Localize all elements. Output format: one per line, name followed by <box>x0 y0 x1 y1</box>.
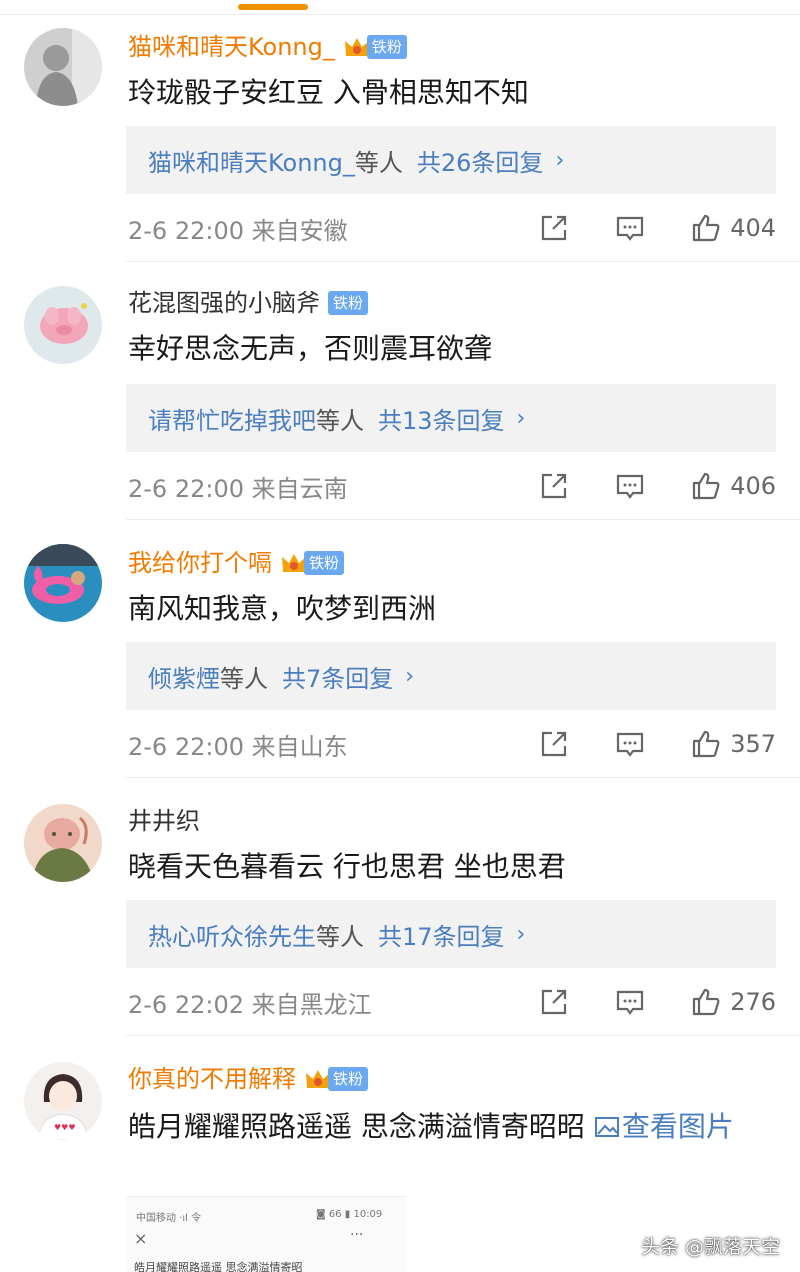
like-count: 276 <box>730 988 776 1016</box>
comment-text: 幸好思念无声，否则震耳欲聋 <box>128 332 493 365</box>
reply-count[interactable]: 共17条回复 <box>378 917 505 952</box>
username[interactable]: 猫咪和晴天Konng_ <box>128 30 335 64</box>
replies-summary[interactable]: 请帮忙吃掉我吧 等人 共13条回复 › <box>126 384 776 452</box>
fan-tag: 铁粉 <box>328 291 369 315</box>
statue-avatar-icon <box>24 28 102 106</box>
reply-users-suffix: 等人 <box>220 664 268 693</box>
username[interactable]: 井井织 <box>128 804 200 838</box>
pool-float-avatar-icon <box>24 544 102 622</box>
replies-summary[interactable]: 倾紫煙 等人 共7条回复 › <box>126 642 776 710</box>
replies-summary[interactable]: 热心听众徐先生 等人 共17条回复 › <box>126 900 776 968</box>
preview-status-right: ◙ 66 ▮ 10:09 <box>316 1209 383 1220</box>
reply-users[interactable]: 热心听众徐先生 <box>148 917 316 952</box>
girl-sketch-avatar-icon: ♥♥♥ <box>24 1062 102 1140</box>
comment-meta: 2-6 22:00 来自山东 <box>128 732 348 761</box>
fan-badge: 铁粉 <box>280 550 345 576</box>
comment-text: 晓看天色暮看云 行也思君 坐也思君 <box>128 850 566 883</box>
comment-icon[interactable] <box>614 728 646 760</box>
fan-tag: 铁粉 <box>328 1067 369 1091</box>
replies-summary[interactable]: 猫咪和晴天Konng_ 等人 共26条回复 › <box>126 126 776 194</box>
avatar[interactable]: ♥♥♥ <box>24 1062 102 1140</box>
like-button[interactable]: 404 <box>690 212 776 244</box>
comment-item: 花混图强的小脑斧 铁粉 幸好思念无声，否则震耳欲聋 请帮忙吃掉我吧 等人 共13… <box>0 262 800 520</box>
comment-meta: 2-6 22:00 来自云南 <box>128 474 348 503</box>
comment-item: 井井织 晓看天色暮看云 行也思君 坐也思君 热心听众徐先生 等人 共17条回复 … <box>0 778 800 1036</box>
reply-users-suffix: 等人 <box>316 406 364 435</box>
reply-count[interactable]: 共7条回复 <box>282 659 393 694</box>
comment-icon[interactable] <box>614 986 646 1018</box>
preview-text: 皓月耀耀照路遥遥 思念满溢情寄昭 <box>134 1261 303 1272</box>
chevron-right-icon: › <box>516 921 526 947</box>
reply-users-suffix: 等人 <box>354 148 403 177</box>
comment-meta: 2-6 22:02 来自黑龙江 <box>128 990 372 1019</box>
username[interactable]: 花混图强的小脑斧 <box>128 286 320 320</box>
share-icon[interactable] <box>538 728 570 760</box>
fan-tag: 铁粉 <box>304 551 345 575</box>
close-icon: × <box>134 1229 148 1248</box>
view-image-link[interactable]: 查看图片 <box>622 1110 734 1143</box>
like-button[interactable]: 406 <box>690 470 776 502</box>
avatar[interactable] <box>24 28 102 106</box>
comment-icon[interactable] <box>614 470 646 502</box>
reply-count[interactable]: 共13条回复 <box>378 401 505 436</box>
illustration-avatar-icon <box>24 804 102 882</box>
active-tab-indicator <box>238 4 308 10</box>
comment-text: 皓月耀耀照路遥遥 思念满溢情寄昭昭 查看图片 <box>128 1104 764 1150</box>
username[interactable]: 你真的不用解释 <box>128 1062 296 1096</box>
comment-item: 猫咪和晴天Konng_ 铁粉 玲珑骰子安红豆 入骨相思知不知 猫咪和晴天Konn… <box>0 16 800 262</box>
comment-item: 我给你打个嗝 铁粉 南风知我意，吹梦到西洲 倾紫煙 等人 共7条回复 › 2-6… <box>0 520 800 778</box>
thumbs-up-icon <box>693 988 720 1016</box>
comment-meta: 2-6 22:00 来自安徽 <box>128 216 348 245</box>
chevron-right-icon: › <box>516 405 526 431</box>
chevron-right-icon: › <box>555 147 565 173</box>
share-icon[interactable] <box>538 470 570 502</box>
avatar[interactable] <box>24 804 102 882</box>
like-count: 406 <box>730 472 776 500</box>
fan-badge: 铁粉 <box>343 34 407 60</box>
like-count: 357 <box>730 730 776 758</box>
share-icon[interactable] <box>538 986 570 1018</box>
thumbs-up-icon <box>693 472 720 500</box>
like-count: 404 <box>730 214 776 242</box>
reply-users[interactable]: 倾紫煙 <box>148 659 220 694</box>
image-icon <box>594 1117 619 1137</box>
preview-status-left: 中国移动 ·ıl 令 <box>136 1213 202 1224</box>
reply-users[interactable]: 猫咪和晴天Konng_ <box>148 143 355 178</box>
comment-text: 南风知我意，吹梦到西洲 <box>128 592 437 625</box>
reply-count[interactable]: 共26条回复 <box>417 143 544 178</box>
thumbs-up-icon <box>693 214 720 242</box>
reply-users[interactable]: 请帮忙吃掉我吧 <box>148 401 316 436</box>
pink-pig-avatar-icon <box>24 286 102 364</box>
fan-tag: 铁粉 <box>366 35 407 59</box>
reply-users-suffix: 等人 <box>316 922 364 951</box>
comment-text: 玲珑骰子安红豆 入骨相思知不知 <box>128 76 529 109</box>
username[interactable]: 我给你打个嗝 <box>128 546 272 580</box>
fan-badge: 铁粉 <box>304 1066 369 1092</box>
thumbs-up-icon <box>693 730 720 758</box>
comment-text-body: 皓月耀耀照路遥遥 思念满溢情寄昭昭 <box>128 1110 594 1143</box>
avatar[interactable] <box>24 286 102 364</box>
more-icon: ··· <box>350 1227 364 1243</box>
like-button[interactable]: 357 <box>690 728 776 760</box>
avatar[interactable] <box>24 544 102 622</box>
svg-text:♥♥♥: ♥♥♥ <box>54 1123 76 1132</box>
fan-badge: 铁粉 <box>328 290 369 316</box>
comment-icon[interactable] <box>614 212 646 244</box>
image-thumbnail[interactable]: 中国移动 ·ıl 令 ◙ 66 ▮ 10:09 × ··· 皓月耀耀照路遥遥 思… <box>126 1196 406 1272</box>
watermark: 头条 @飘落天空 <box>640 1236 780 1258</box>
chevron-right-icon: › <box>405 663 415 689</box>
top-divider <box>0 14 800 15</box>
share-icon[interactable] <box>538 212 570 244</box>
like-button[interactable]: 276 <box>690 986 776 1018</box>
